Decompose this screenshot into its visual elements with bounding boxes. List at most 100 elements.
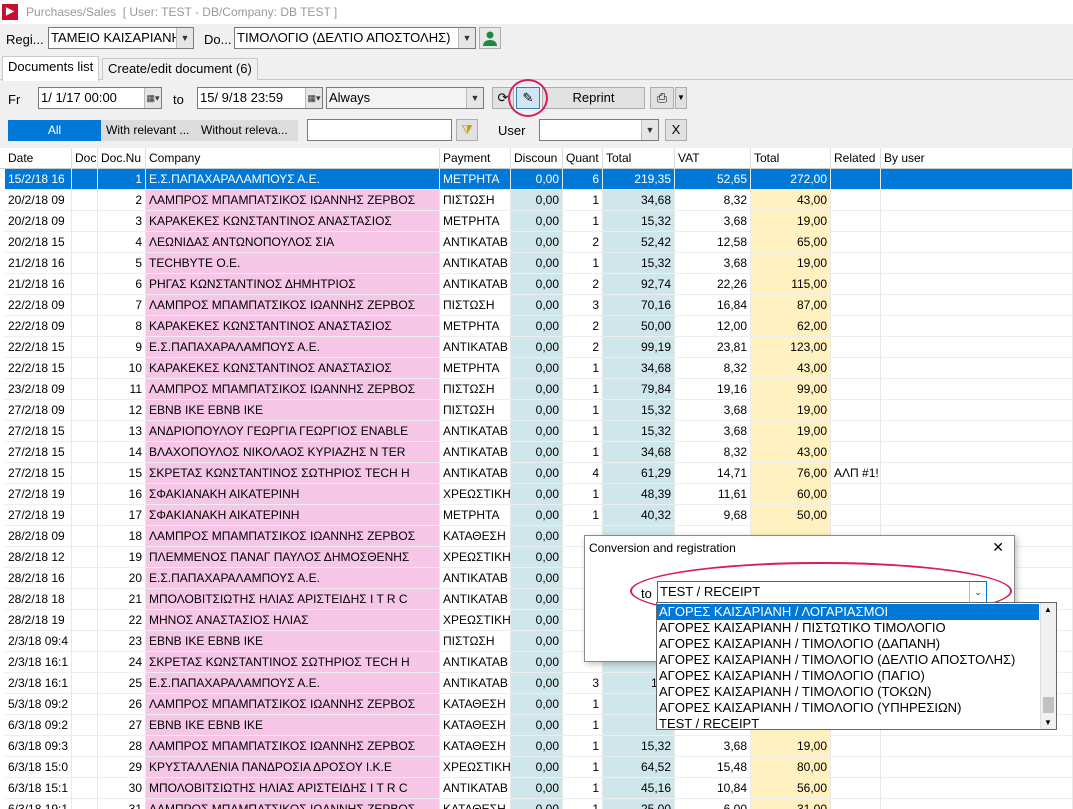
table-row[interactable]: 22/2/18 15 10 ΚΑΡΑΚΕΚΕΣ ΚΩΝΣΤΑΝΤΙΝΟΣ ΑΝΑΣΤ…	[0, 358, 1073, 379]
cell-disc: 0,00	[511, 589, 563, 610]
table-row[interactable]: 22/2/18 09 7 ΛΑΜΠΡΟΣ ΜΠΑΜΠΑΤΣΙΚΟΣ ΙΩΑΝΝΗΣ …	[0, 295, 1073, 316]
cell-company: ΣΚΡΕΤΑΣ ΚΩΝΣΤΑΝΤΙΝΟΣ ΣΩΤΗΡΙΟΣ TECH H	[146, 652, 440, 673]
col-total[interactable]: Total	[603, 148, 675, 169]
tab-documents-list[interactable]: Documents list	[2, 56, 100, 81]
clear-user-button[interactable]: X	[665, 119, 687, 141]
dropdown-option[interactable]: ΑΓΟΡΕΣ ΚΑΙΣΑΡΙΑΝΗ / ΠΙΣΤΩΤΙΚΟ ΤΙΜΟΛΟΓΙΟ	[659, 620, 1041, 636]
cell-related	[831, 253, 881, 274]
cell-empty	[72, 421, 98, 442]
search-input[interactable]	[307, 119, 452, 141]
table-row[interactable]: 6/3/18 15:0 29 ΚΡΥΣΤΑΛΛΕΝΙΑ ΠΑΝΔΡΟΣΙΑ ΔΡΟΣ…	[0, 757, 1073, 778]
table-row[interactable]: 27/2/18 15 13 ΑΝΔΡΙΟΠΟΥΛΟΥ ΓΕΩΡΓΙΑ ΓΕΩΡΓΙΟ…	[0, 421, 1073, 442]
reprint-button[interactable]: Reprint	[542, 87, 645, 109]
cell-payment: ΑΝΤΙΚΑΤΑΒ	[440, 652, 511, 673]
table-row[interactable]: 27/2/18 19 16 ΣΦΑΚΙΑΝΑΚΗ ΑΙΚΑΤΕΡΙΝΗ ΧΡΕΩΣΤΙ…	[0, 484, 1073, 505]
dropdown-option[interactable]: ΑΓΟΡΕΣ ΚΑΙΣΑΡΙΑΝΗ / ΤΙΜΟΛΟΓΙΟ (ΔΕΛΤΙΟ ΑΠ…	[659, 652, 1041, 668]
cell-empty	[72, 253, 98, 274]
cell-date: 22/2/18 09	[5, 316, 72, 337]
col-date[interactable]: Date	[5, 148, 72, 169]
cell-empty	[881, 799, 1073, 809]
table-row[interactable]: 21/2/18 16 5 TECHBYTE Ο.Ε. ΑΝΤΙΚΑΤΑΒ 0,00 1 15…	[0, 253, 1073, 274]
dropdown-option[interactable]: ΑΓΟΡΕΣ ΚΑΙΣΑΡΙΑΝΗ / ΤΙΜΟΛΟΓΙΟ (ΥΠΗΡΕΣΙΩΝ…	[659, 700, 1041, 716]
dropdown-option[interactable]: ΑΓΟΡΕΣ ΚΑΙΣΑΡΙΑΝΗ / ΛΟΓΑΡΙΑΣΜΟΙ	[657, 604, 1039, 620]
cell-total: 79,84	[603, 379, 675, 400]
table-row[interactable]: 6/3/18 19:1 31 ΛΑΜΠΡΟΣ ΜΠΑΜΠΑΤΣΙΚΟΣ ΙΩΑΝΝΗ…	[0, 799, 1073, 809]
cell-empty	[72, 337, 98, 358]
cell-gross: 123,00	[751, 337, 831, 358]
cell-date: 27/2/18 15	[5, 463, 72, 484]
dropdown-option[interactable]: ΑΓΟΡΕΣ ΚΑΙΣΑΡΙΑΝΗ / ΤΙΜΟΛΟΓΙΟ (ΤΟΚΩΝ)	[659, 684, 1041, 700]
cell-related	[831, 442, 881, 463]
filter-all[interactable]: All	[8, 120, 101, 141]
print-button[interactable]: ⎙	[650, 87, 674, 109]
dialog-close-button[interactable]: ✕	[992, 539, 1004, 556]
cell-disc: 0,00	[511, 631, 563, 652]
table-row[interactable]: 6/3/18 09:3 28 ΛΑΜΠΡΟΣ ΜΠΑΜΠΑΤΣΙΚΟΣ ΙΩΑΝΝΗ…	[0, 736, 1073, 757]
col-discount[interactable]: Discoun	[511, 148, 563, 169]
col-gross-total[interactable]: Total	[751, 148, 831, 169]
table-row[interactable]: 27/2/18 15 15 ΣΚΡΕΤΑΣ ΚΩΝΣΤΑΝΤΙΝΟΣ ΣΩΤΗΡΙΟ…	[0, 463, 1073, 484]
dropdown-option[interactable]: ΑΓΟΡΕΣ ΚΑΙΣΑΡΙΑΝΗ / ΤΙΜΟΛΟΓΙΟ (ΔΑΠΑΝΗ)	[659, 636, 1041, 652]
col-doc[interactable]: Doc	[72, 148, 98, 169]
table-row[interactable]: 27/2/18 19 17 ΣΦΑΚΙΑΝΑΚΗ ΑΙΚΑΤΕΡΙΝΗ ΜΕΤΡΗΤΑ…	[0, 505, 1073, 526]
cell-gross: 19,00	[751, 400, 831, 421]
dropdown-option[interactable]: ΑΓΟΡΕΣ ΚΑΙΣΑΡΙΑΝΗ / ΤΙΜΟΛΟΓΙΟ (ΠΑΓΙΟ)	[659, 668, 1041, 684]
filter-without-relevant[interactable]: Without releva...	[196, 120, 298, 141]
doc-type-select[interactable]: ΤΙΜΟΛΟΓΙΟ (ΔΕΛΤΙΟ ΑΠΟΣΤΟΛΗΣ) ▼	[234, 27, 476, 49]
cell-disc: 0,00	[511, 190, 563, 211]
table-row[interactable]: 23/2/18 09 11 ΛΑΜΠΡΟΣ ΜΠΑΜΠΑΤΣΙΚΟΣ ΙΩΑΝΝΗΣ…	[0, 379, 1073, 400]
cell-date: 2/3/18 16:1	[5, 652, 72, 673]
register-select[interactable]: ΤΑΜΕΙΟ ΚΑΙΣΑΡΙΑΝΗ ▼	[48, 27, 194, 49]
cell-payment: ΚΑΤΑΘΕΣΗ	[440, 694, 511, 715]
col-doc-number[interactable]: Doc.Nu	[98, 148, 146, 169]
cell-company: ΜΠΟΛΟΒΙΤΣΙΩΤΗΣ ΗΛΙΑΣ ΑΡΙΣΤΕΙΔΗΣ I T R C	[146, 778, 440, 799]
cell-qty: 1	[563, 736, 603, 757]
table-row[interactable]: 27/2/18 09 12 ΕΒΝΒ ΙΚΕ ΕΒΝΒ ΙΚΕ ΠΙΣΤΩΣΗ 0,00…	[0, 400, 1073, 421]
to-date-picker[interactable]: 15/ 9/18 23:59 ▦▾	[197, 87, 323, 109]
user-select[interactable]: ▼	[539, 119, 659, 141]
cell-num: 17	[98, 505, 146, 526]
col-by-user[interactable]: By user	[881, 148, 1073, 169]
cell-payment: ΑΝΤΙΚΑΤΑΒ	[440, 337, 511, 358]
tab-create-edit[interactable]: Create/edit document (6)	[102, 58, 258, 80]
cell-total: 219,35	[603, 169, 675, 190]
cell-date: 22/2/18 15	[5, 358, 72, 379]
col-related[interactable]: Related	[831, 148, 881, 169]
from-date-picker[interactable]: 1/ 1/17 00:00 ▦▾	[38, 87, 162, 109]
col-quantity[interactable]: Quant	[563, 148, 603, 169]
clear-filter-button[interactable]: ⧩	[456, 119, 478, 141]
filter-with-relevant[interactable]: With relevant ...	[101, 120, 196, 141]
table-row[interactable]: 20/2/18 09 3 ΚΑΡΑΚΕΚΕΣ ΚΩΝΣΤΑΝΤΙΝΟΣ ΑΝΑΣΤΑ…	[0, 211, 1073, 232]
col-company[interactable]: Company	[146, 148, 440, 169]
table-row[interactable]: 6/3/18 15:1 30 ΜΠΟΛΟΒΙΤΣΙΩΤΗΣ ΗΛΙΑΣ ΑΡΙΣΤΕ…	[0, 778, 1073, 799]
table-row[interactable]: 22/2/18 15 9 Ε.Σ.ΠΑΠΑΧΑΡΑΛΑΜΠΟΥΣ Α.Ε. ΑΝΤΙΚ…	[0, 337, 1073, 358]
cell-num: 22	[98, 610, 146, 631]
table-row[interactable]: 22/2/18 09 8 ΚΑΡΑΚΕΚΕΣ ΚΩΝΣΤΑΝΤΙΝΟΣ ΑΝΑΣΤΑ…	[0, 316, 1073, 337]
scroll-thumb[interactable]	[1043, 697, 1054, 713]
cell-total: 99,19	[603, 337, 675, 358]
cell-num: 12	[98, 400, 146, 421]
cell-num: 15	[98, 463, 146, 484]
period-select[interactable]: Always ▼	[326, 87, 484, 109]
cell-qty: 1	[563, 358, 603, 379]
cell-date: 6/3/18 15:1	[5, 778, 72, 799]
cell-num: 10	[98, 358, 146, 379]
table-row[interactable]: 27/2/18 15 14 ΒΛΑΧΟΠΟΥΛΟΣ ΝΙΚΟΛΑΟΣ ΚΥΡΙΑΖΗ…	[0, 442, 1073, 463]
table-row[interactable]: 20/2/18 15 4 ΛΕΩΝΙΔΑΣ ΑΝΤΩΝΟΠΟΥΛΟΣ ΣΙΑ ΑΝΤΙ…	[0, 232, 1073, 253]
dropdown-option[interactable]: TEST / RECEIPT	[659, 716, 1041, 732]
cell-payment: ΧΡΕΩΣΤΙΚΗ	[440, 484, 511, 505]
col-payment[interactable]: Payment	[440, 148, 511, 169]
table-row[interactable]: 21/2/18 16 6 ΡΗΓΑΣ ΚΩΝΣΤΑΝΤΙΝΟΣ ΔΗΜΗΤΡΙΟΣ Α…	[0, 274, 1073, 295]
print-menu-button[interactable]: ▼	[675, 87, 687, 109]
user-button[interactable]	[479, 27, 501, 49]
cell-total: 15,32	[603, 736, 675, 757]
col-vat[interactable]: VAT	[675, 148, 751, 169]
cell-company: ΣΦΑΚΙΑΝΑΚΗ ΑΙΚΑΤΕΡΙΝΗ	[146, 484, 440, 505]
cell-related	[831, 799, 881, 809]
cell-gross: 56,00	[751, 778, 831, 799]
cell-empty	[72, 505, 98, 526]
dropdown-scrollbar[interactable]: ▲ ▼	[1040, 603, 1056, 729]
cell-date: 22/2/18 09	[5, 295, 72, 316]
table-row[interactable]: 20/2/18 09 2 ΛΑΜΠΡΟΣ ΜΠΑΜΠΑΤΣΙΚΟΣ ΙΩΑΝΝΗΣ …	[0, 190, 1073, 211]
table-row[interactable]: 15/2/18 16 1 Ε.Σ.ΠΑΠΑΧΑΡΑΛΑΜΠΟΥΣ Α.Ε. ΜΕΤΡΗ…	[0, 169, 1073, 190]
